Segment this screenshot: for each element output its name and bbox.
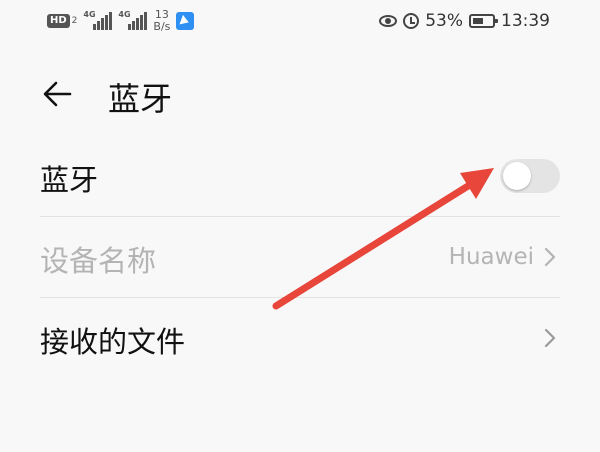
battery-fill <box>473 18 483 24</box>
hd-badge: HD <box>47 14 70 28</box>
battery-icon <box>469 14 498 28</box>
sim2-label: 4G <box>118 10 131 19</box>
bluetooth-toggle[interactable] <box>500 159 560 193</box>
device-name-row[interactable]: 设备名称 Huawei <box>40 218 560 298</box>
signal-icon: 4G <box>118 10 148 30</box>
app-icon <box>176 12 195 30</box>
alarm-icon <box>403 13 420 29</box>
hd-sub: 2 <box>71 16 78 26</box>
eye-icon <box>379 15 398 27</box>
battery-percent: 53% <box>425 11 463 31</box>
status-left: HD 2 4G 4G 13 B/s <box>47 9 195 33</box>
chevron-right-icon <box>544 247 556 267</box>
received-files-row[interactable]: 接收的文件 <box>40 299 560 379</box>
status-bar: HD 2 4G 4G 13 B/s 53% 13:39 <box>0 0 600 44</box>
signal-icon: 4G <box>83 10 113 30</box>
divider <box>40 216 560 217</box>
bluetooth-label: 蓝牙 <box>40 163 99 197</box>
device-name-value: Huawei <box>448 244 534 270</box>
back-arrow-icon[interactable] <box>40 76 76 112</box>
bluetooth-row[interactable]: 蓝牙 <box>40 137 560 217</box>
speed-unit: B/s <box>153 20 171 33</box>
status-time: 13:39 <box>501 11 550 31</box>
status-right: 53% 13:39 <box>379 9 550 33</box>
received-files-label: 接收的文件 <box>40 325 186 359</box>
header: 蓝牙 <box>0 60 600 130</box>
divider <box>40 297 560 298</box>
sim1-label: 4G <box>83 10 96 19</box>
network-speed: 13 B/s <box>153 9 170 33</box>
page-title: 蓝牙 <box>108 80 173 118</box>
chevron-right-icon <box>544 328 556 348</box>
toggle-knob <box>503 162 531 190</box>
device-name-label: 设备名称 <box>40 244 157 278</box>
